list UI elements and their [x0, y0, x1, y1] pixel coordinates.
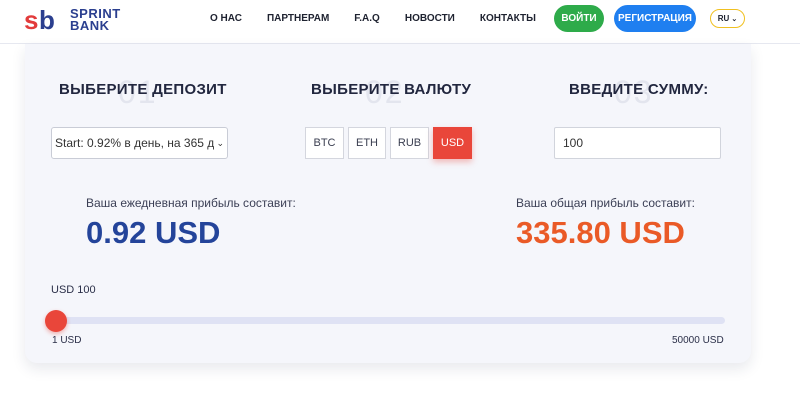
register-button[interactable]: РЕГИСТРАЦИЯ: [614, 5, 696, 32]
total-profit-value: 335.80 USD: [516, 215, 685, 250]
deposit-plan-value: Start: 0.92% в день, на 365 дн: [55, 136, 221, 150]
total-profit-label: Ваша общая прибыль составит:: [516, 196, 695, 210]
sb-logo-icon: s b: [24, 5, 55, 35]
main-nav: О НАС ПАРТНЕРАМ F.A.Q НОВОСТИ КОНТАКТЫ: [210, 0, 561, 36]
currency-button-eth[interactable]: ETH: [348, 127, 386, 159]
slider-max-label: 50000 USD: [672, 335, 724, 346]
nav-item-faq[interactable]: F.A.Q: [354, 13, 380, 24]
svg-text:b: b: [39, 5, 55, 35]
amount-slider-thumb[interactable]: [45, 310, 67, 332]
nav-item-partners[interactable]: ПАРТНЕРАМ: [267, 13, 329, 24]
currency-button-rub[interactable]: RUB: [390, 127, 429, 159]
daily-profit-value: 0.92 USD: [86, 215, 221, 250]
svg-text:s: s: [24, 5, 38, 35]
slider-min-label: 1 USD: [52, 335, 82, 346]
currency-button-usd[interactable]: USD: [433, 127, 472, 159]
language-selector[interactable]: RU ⌄: [710, 9, 745, 28]
deposit-title: ВЫБЕРИТЕ ДЕПОЗИТ: [59, 81, 227, 98]
logo-wordmark: SPRINT BANK: [70, 7, 121, 33]
logo-line-2: BANK: [70, 18, 110, 33]
chevron-down-icon: ⌄: [214, 138, 224, 149]
sprint-bank-logo[interactable]: s b SPRINT BANK: [24, 5, 121, 35]
amount-slider-track[interactable]: [53, 317, 725, 324]
nav-item-about[interactable]: О НАС: [210, 13, 242, 24]
nav-item-contacts[interactable]: КОНТАКТЫ: [480, 13, 536, 24]
currency-title: ВЫБЕРИТЕ ВАЛЮТУ: [311, 81, 472, 98]
site-header: s b SPRINT BANK О НАС ПАРТНЕРАМ F.A.Q НО…: [0, 0, 800, 44]
daily-profit-label: Ваша ежедневная прибыль составит:: [86, 196, 296, 210]
deposit-plan-select[interactable]: Start: 0.92% в день, на 365 дн ⌄: [51, 127, 228, 159]
chevron-down-icon: ⌄: [731, 15, 738, 23]
amount-title: ВВЕДИТЕ СУММУ:: [569, 81, 709, 98]
slider-value-label: USD 100: [51, 284, 96, 296]
nav-item-news[interactable]: НОВОСТИ: [405, 13, 455, 24]
currency-button-btc[interactable]: BTC: [305, 127, 344, 159]
login-button[interactable]: ВОЙТИ: [554, 5, 604, 32]
amount-input[interactable]: 100: [554, 127, 721, 159]
language-label: RU: [717, 14, 730, 23]
